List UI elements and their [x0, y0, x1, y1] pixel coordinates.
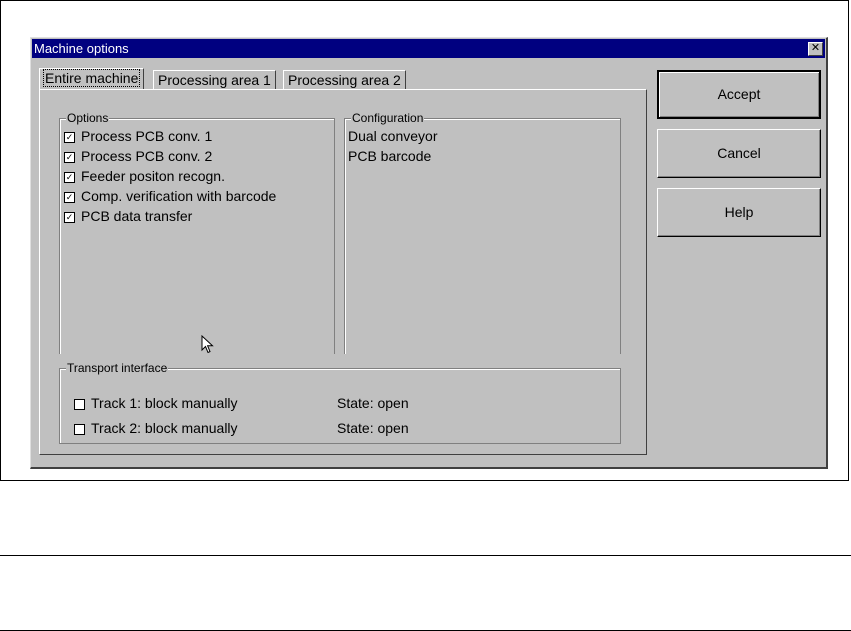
close-button[interactable]: ✕ — [808, 42, 823, 56]
tab-entire-machine[interactable]: Entire machine — [39, 68, 145, 90]
track-1-state: State: open — [337, 395, 409, 411]
window-title: Machine options — [34, 41, 129, 56]
accept-button[interactable]: Accept — [657, 70, 821, 119]
option-process-pcb-conv-1[interactable]: ✓ Process PCB conv. 1 — [64, 128, 212, 144]
tab-processing-area-1[interactable]: Processing area 1 — [153, 70, 276, 90]
options-group: Options ✓ Process PCB conv. 1 ✓ Process PC… — [59, 111, 335, 354]
option-process-pcb-conv-2[interactable]: ✓ Process PCB conv. 2 — [64, 148, 212, 164]
option-feeder-position-recogn[interactable]: ✓ Feeder positon recogn. — [64, 168, 225, 184]
cancel-button[interactable]: Cancel — [657, 129, 821, 178]
transport-legend: Transport interface — [66, 361, 169, 375]
config-item: PCB barcode — [348, 148, 432, 164]
track-1-block-manually[interactable]: Track 1: block manually — [74, 395, 238, 411]
checkbox[interactable]: ✓ — [64, 151, 75, 163]
checkbox[interactable]: ✓ — [64, 211, 75, 223]
machine-options-dialog: Machine options ✕ Entire machine Process… — [30, 37, 828, 469]
close-icon: ✕ — [810, 42, 821, 54]
tab-processing-area-2[interactable]: Processing area 2 — [283, 70, 406, 90]
checkbox[interactable] — [74, 398, 85, 410]
option-comp-verification-barcode[interactable]: ✓ Comp. verification with barcode — [64, 188, 276, 204]
divider-rule — [0, 555, 851, 556]
config-item: Dual conveyor — [348, 128, 438, 144]
configuration-legend: Configuration — [351, 111, 425, 125]
track-2-state: State: open — [337, 420, 409, 436]
mouse-pointer-icon — [201, 335, 214, 354]
track-2-block-manually[interactable]: Track 2: block manually — [74, 420, 238, 436]
checkbox[interactable]: ✓ — [64, 131, 75, 143]
tab-panel: Options ✓ Process PCB conv. 1 ✓ Process PC… — [39, 89, 647, 455]
title-bar: Machine options ✕ — [32, 39, 825, 58]
transport-interface-group: Transport interface Track 1: block manua… — [59, 361, 621, 444]
checkbox[interactable]: ✓ — [64, 171, 75, 183]
checkbox[interactable] — [74, 423, 85, 435]
options-legend: Options — [66, 111, 110, 125]
configuration-group: Configuration Dual conveyor PCB barcode — [344, 111, 621, 354]
help-button[interactable]: Help — [657, 188, 821, 237]
option-pcb-data-transfer[interactable]: ✓ PCB data transfer — [64, 208, 192, 224]
checkbox[interactable]: ✓ — [64, 191, 75, 203]
